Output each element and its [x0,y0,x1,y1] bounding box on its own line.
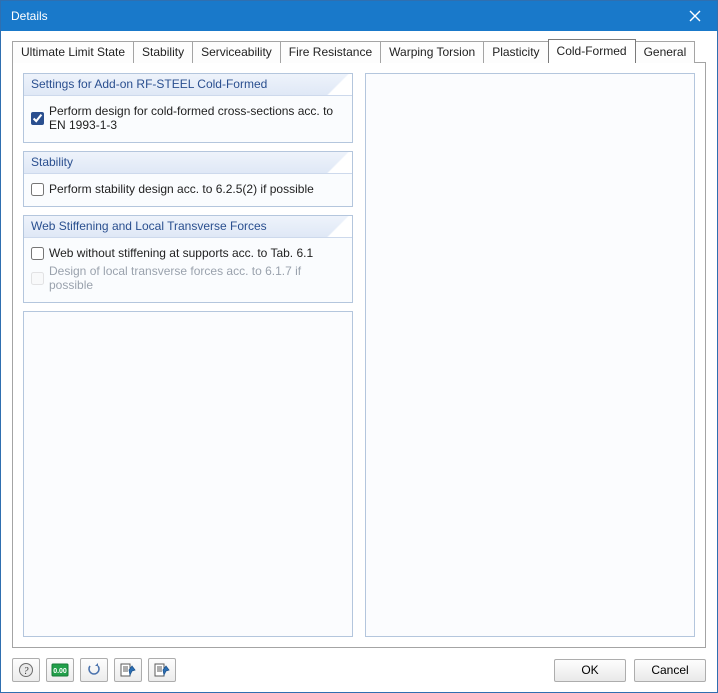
tab-fire-resistance[interactable]: Fire Resistance [280,41,381,63]
left-empty-panel [23,311,353,637]
cancel-button[interactable]: Cancel [634,659,706,682]
tab-plasticity[interactable]: Plasticity [483,41,548,63]
opt-perform-design[interactable]: Perform design for cold-formed cross-sec… [31,102,345,134]
group-web-title: Web Stiffening and Local Transverse Forc… [24,216,352,238]
opt-local-transverse: Design of local transverse forces acc. t… [31,262,345,294]
group-stability-title: Stability [24,152,352,174]
left-column: Settings for Add-on RF-STEEL Cold-Formed… [23,73,353,637]
group-settings-title: Settings for Add-on RF-STEEL Cold-Formed [24,74,352,96]
tab-warping-torsion[interactable]: Warping Torsion [380,41,484,63]
opt-web-no-stiff-label: Web without stiffening at supports acc. … [49,246,313,260]
close-icon[interactable] [673,1,717,31]
group-stability: Stability Perform stability design acc. … [23,151,353,207]
tab-panel-cold-formed: Settings for Add-on RF-STEEL Cold-Formed… [12,62,706,648]
tab-stability[interactable]: Stability [133,41,193,63]
group-settings-cold-formed: Settings for Add-on RF-STEEL Cold-Formed… [23,73,353,143]
right-empty-panel [365,73,695,637]
load-default-icon[interactable] [148,658,176,682]
group-web-stiffening: Web Stiffening and Local Transverse Forc… [23,215,353,303]
window-title: Details [11,9,48,23]
tab-cold-formed[interactable]: Cold-Formed [548,39,636,63]
units-icon[interactable]: 0.00 [46,658,74,682]
svg-text:?: ? [24,666,29,677]
opt-stability-625-checkbox[interactable] [31,183,44,196]
help-icon[interactable]: ? [12,658,40,682]
opt-perform-design-checkbox[interactable] [31,112,44,125]
opt-local-transverse-checkbox [31,272,44,285]
opt-stability-625[interactable]: Perform stability design acc. to 6.2.5(2… [31,180,345,198]
opt-perform-design-label: Perform design for cold-formed cross-sec… [49,104,345,132]
opt-web-no-stiff-checkbox[interactable] [31,247,44,260]
ok-button[interactable]: OK [554,659,626,682]
tab-general[interactable]: General [635,41,696,63]
opt-stability-625-label: Perform stability design acc. to 6.2.5(2… [49,182,314,196]
tabstrip: Ultimate Limit State Stability Serviceab… [12,39,706,63]
footer: ? 0.00 OK Cancel [12,648,706,682]
tab-ultimate-limit-state[interactable]: Ultimate Limit State [12,41,134,63]
right-column [365,73,695,637]
opt-web-no-stiff[interactable]: Web without stiffening at supports acc. … [31,244,345,262]
titlebar: Details [1,1,717,31]
opt-local-transverse-label: Design of local transverse forces acc. t… [49,264,345,292]
tab-serviceability[interactable]: Serviceability [192,41,281,63]
set-default-icon[interactable] [114,658,142,682]
svg-text:0.00: 0.00 [53,668,67,675]
reset-icon[interactable] [80,658,108,682]
